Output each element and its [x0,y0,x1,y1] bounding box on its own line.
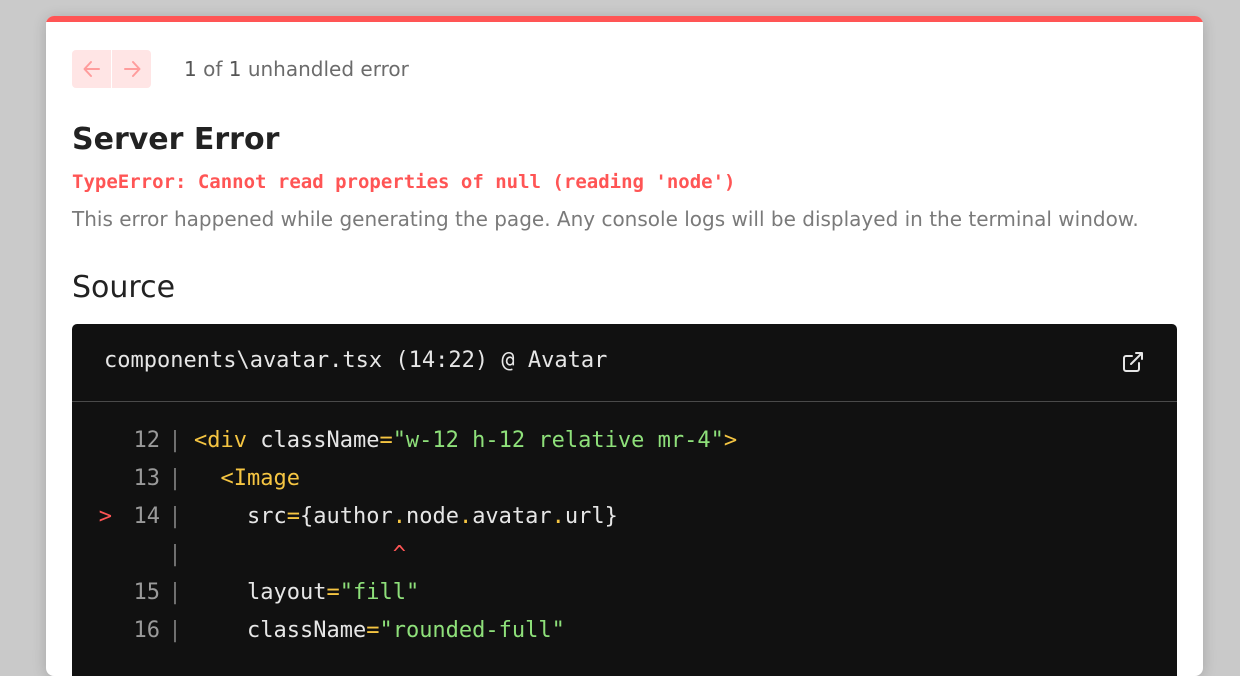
gutter-divider: | [168,466,182,491]
previous-error-button[interactable] [72,50,111,88]
code-token-attr: src [246,504,287,529]
gutter-divider: | [168,618,182,643]
error-current: 1 [184,57,197,81]
code-token-str: "fill" [339,580,420,605]
line-marker [72,574,122,612]
error-count-label: 1 of 1 unhandled error [184,57,409,81]
code-token-attr: layout [246,580,327,605]
line-marker [72,422,122,460]
code-token-attr: url} [564,504,618,529]
arrow-right-icon [123,61,140,77]
code-frame-header: components\avatar.tsx (14:22) @ Avatar [72,324,1177,402]
external-link-icon [1123,352,1143,372]
line-number [122,536,160,574]
code-lines: 12 | <div className="w-12 h-12 relative mr… [72,422,737,650]
code-token-eq: = [379,428,393,453]
code-line: >14 | src={author.node.avatar.url} [72,498,737,536]
gutter-divider: | [168,428,182,453]
error-accent-bar [46,16,1203,22]
code-token-eq: = [326,580,340,605]
error-count-suffix: unhandled error [241,57,409,81]
line-number: 13 [133,466,161,491]
code-token-dot: . [551,504,565,529]
code-token-str: "w-12 h-12 relative mr-4" [392,428,724,453]
line-code: src={author.node.avatar.url} [190,498,618,536]
code-frame: components\avatar.tsx (14:22) @ Avatar 1… [72,324,1177,676]
line-code: ^ [190,536,406,574]
gutter-divider: | [168,504,182,529]
line-number: 16 [133,618,161,643]
error-of-text: of [196,57,229,81]
line-code: <Image [190,460,300,498]
line-marker [72,536,122,574]
error-total: 1 [228,57,242,81]
code-token-tag: <div [194,428,247,453]
error-pagination: 1 of 1 unhandled error [72,50,409,88]
code-token-eq: = [366,618,380,643]
pagination-buttons [72,50,151,88]
line-code: <div className="w-12 h-12 relative mr-4"… [190,422,737,460]
code-token-attr: className [246,618,367,643]
line-number: 14 [133,504,161,529]
code-token-attr: className [246,428,380,453]
gutter-divider: | [168,542,182,567]
code-token-attr: node [405,504,459,529]
line-marker [72,612,122,650]
code-token-tag: > [723,428,738,453]
code-line: 16 | className="rounded-full" [72,612,737,650]
source-file-location[interactable]: components\avatar.tsx (14:22) @ Avatar [104,348,607,373]
code-token-dot: . [392,504,406,529]
code-token-attr: avatar [472,504,552,529]
code-token-attr: {author [299,504,393,529]
next-error-button[interactable] [112,50,151,88]
error-title: Server Error [72,122,280,157]
line-marker [72,460,122,498]
code-token-str: "rounded-full" [379,618,565,643]
error-description: This error happened while generating the… [72,207,1139,231]
arrow-left-icon [83,61,100,77]
code-token-caret: ^ [392,542,406,567]
line-code: layout="fill" [190,574,419,612]
code-line: 13 | <Image [72,460,737,498]
code-token-eq: = [286,504,300,529]
source-heading: Source [72,270,176,305]
line-number: 15 [133,580,161,605]
error-message: TypeError: Cannot read properties of nul… [72,171,736,193]
line-number: 12 [133,428,161,453]
code-token-tag: <Image [220,466,300,491]
error-dialog: 1 of 1 unhandled error Server Error Type… [46,16,1203,676]
code-token-dot: . [458,504,473,529]
error-line-marker: > [98,504,112,529]
line-code: className="rounded-full" [190,612,565,650]
code-line: 15 | layout="fill" [72,574,737,612]
code-caret-line: | ^ [72,536,737,574]
gutter-divider: | [168,580,182,605]
open-in-editor-button[interactable] [1121,350,1145,374]
code-line: 12 | <div className="w-12 h-12 relative mr… [72,422,738,460]
